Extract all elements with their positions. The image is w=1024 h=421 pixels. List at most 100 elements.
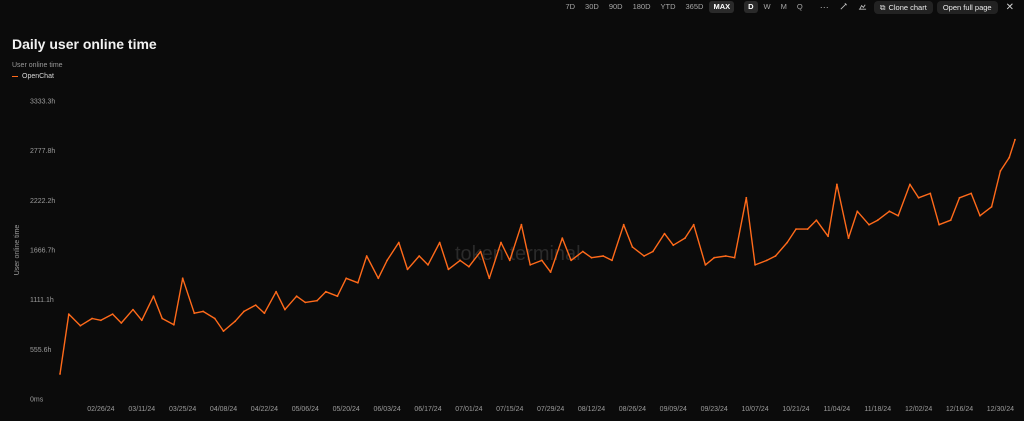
data-point[interactable] (254, 304, 257, 306)
data-point[interactable] (438, 241, 441, 244)
data-point[interactable] (213, 317, 216, 320)
data-point[interactable] (888, 210, 891, 213)
data-point[interactable] (152, 295, 155, 298)
data-point[interactable] (827, 235, 829, 238)
data-point[interactable] (652, 250, 654, 253)
data-point[interactable] (836, 183, 838, 186)
data-point[interactable] (611, 259, 613, 262)
data-point[interactable] (181, 277, 184, 280)
data-point[interactable] (377, 277, 380, 280)
data-point[interactable] (774, 255, 777, 257)
data-point[interactable] (284, 308, 286, 311)
data-point[interactable] (427, 264, 429, 266)
data-point[interactable] (847, 237, 850, 240)
data-point[interactable] (479, 250, 482, 253)
data-point[interactable] (765, 259, 768, 262)
data-point[interactable] (79, 324, 82, 327)
data-point[interactable] (581, 250, 584, 253)
data-point[interactable] (979, 214, 981, 217)
data-point[interactable] (970, 192, 973, 195)
data-point[interactable] (663, 232, 666, 235)
data-point[interactable] (1014, 138, 1016, 141)
data-point[interactable] (704, 264, 707, 266)
data-point[interactable] (173, 323, 175, 326)
data-point[interactable] (386, 259, 388, 262)
data-point[interactable] (243, 310, 245, 313)
data-point[interactable] (1008, 156, 1011, 159)
data-point[interactable] (917, 196, 920, 199)
data-point[interactable] (91, 317, 93, 320)
data-point[interactable] (529, 264, 532, 266)
data-point[interactable] (161, 317, 164, 320)
data-point[interactable] (570, 259, 572, 262)
data-point[interactable] (468, 265, 470, 268)
x-axis: 02/26/24 03/11/24 03/25/24 04/08/24 04/22/24… (87, 406, 1014, 413)
data-point[interactable] (508, 259, 511, 262)
data-point[interactable] (909, 183, 911, 186)
data-point[interactable] (590, 256, 593, 259)
data-point[interactable] (754, 264, 756, 266)
data-point[interactable] (713, 256, 716, 259)
data-point[interactable] (643, 255, 645, 257)
y-axis: 0ms 555.6h 1111.1h 1666.7h 2222.2h 2777.8h 333… (30, 99, 55, 404)
data-point[interactable] (447, 268, 450, 271)
data-point[interactable] (897, 214, 900, 217)
data-point[interactable] (745, 196, 748, 199)
data-point[interactable] (132, 308, 134, 311)
data-point[interactable] (795, 228, 797, 231)
data-point[interactable] (357, 281, 359, 284)
data-point[interactable] (815, 219, 818, 222)
data-point[interactable] (336, 295, 339, 298)
data-point[interactable] (684, 237, 686, 240)
data-point[interactable] (488, 277, 491, 280)
data-point[interactable] (672, 244, 675, 247)
data-point[interactable] (602, 255, 605, 257)
data-point[interactable] (549, 271, 552, 273)
data-point[interactable] (949, 219, 952, 222)
data-point[interactable] (631, 246, 634, 248)
data-point[interactable] (725, 255, 727, 257)
data-point[interactable] (275, 290, 277, 293)
data-point[interactable] (304, 301, 307, 304)
data-point[interactable] (100, 319, 102, 322)
data-point[interactable] (406, 268, 409, 271)
data-point[interactable] (202, 310, 205, 313)
data-point[interactable] (324, 290, 327, 293)
y-axis-label: User online time (14, 225, 21, 276)
data-point[interactable] (459, 259, 461, 262)
data-point[interactable] (733, 256, 736, 259)
x-tick-label: 10/07/24 (741, 406, 768, 413)
data-point[interactable] (990, 205, 993, 208)
data-point[interactable] (263, 312, 266, 315)
data-point[interactable] (876, 219, 879, 222)
data-point[interactable] (111, 313, 114, 315)
data-point[interactable] (59, 373, 61, 375)
data-point[interactable] (806, 228, 809, 231)
data-point[interactable] (140, 319, 143, 322)
data-point[interactable] (193, 312, 196, 315)
data-point[interactable] (345, 277, 348, 280)
data-point[interactable] (67, 313, 70, 315)
data-point[interactable] (958, 196, 961, 199)
data-point[interactable] (365, 255, 368, 257)
data-point[interactable] (856, 210, 859, 213)
data-point[interactable] (120, 322, 123, 324)
data-point[interactable] (234, 320, 237, 323)
data-point[interactable] (929, 192, 932, 195)
data-point[interactable] (316, 299, 318, 302)
data-point[interactable] (295, 295, 298, 298)
data-point[interactable] (222, 330, 225, 332)
data-point[interactable] (500, 241, 502, 244)
data-point[interactable] (868, 223, 870, 226)
data-point[interactable] (622, 223, 625, 226)
data-point[interactable] (397, 241, 400, 244)
data-point[interactable] (541, 259, 543, 262)
data-point[interactable] (938, 223, 940, 226)
x-tick-label: 08/12/24 (578, 406, 605, 413)
data-point[interactable] (418, 255, 421, 257)
data-point[interactable] (786, 241, 789, 244)
data-point[interactable] (692, 223, 695, 226)
data-point[interactable] (561, 237, 564, 240)
data-point[interactable] (520, 223, 523, 226)
data-point[interactable] (999, 170, 1002, 172)
